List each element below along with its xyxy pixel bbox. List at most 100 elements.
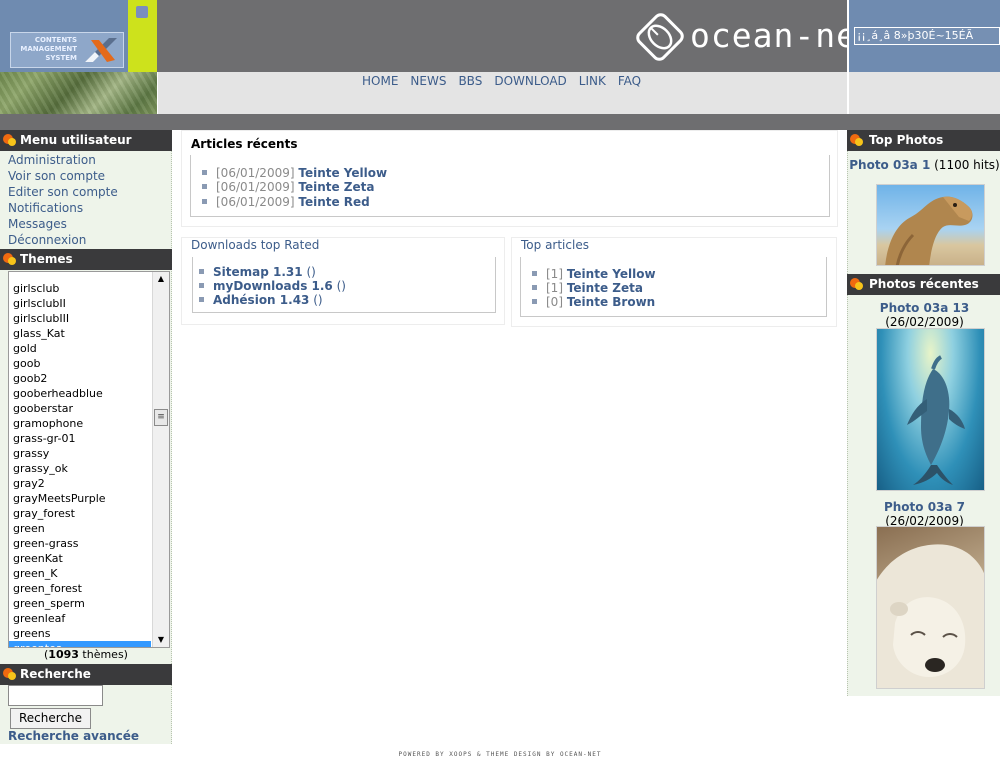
polar-bear-photo[interactable] (876, 526, 985, 689)
user-menu-title-text: Menu utilisateur (20, 133, 132, 147)
header-search-input[interactable]: ¡¡¸á¸â 8»þ30É~15ÉÃ (854, 27, 1000, 45)
mouse-logo-icon (636, 13, 684, 61)
theme-option[interactable]: gooberheadblue (9, 386, 151, 401)
nav-home[interactable]: HOME (362, 72, 398, 90)
cms-logo-text: CONTENTS MANAGEMENT SYSTEM (20, 36, 77, 62)
theme-option-clipped[interactable] (9, 272, 151, 281)
theme-option[interactable]: glass_Kat (9, 326, 151, 341)
photo-link[interactable]: Photo 03a 13 (880, 301, 969, 315)
photo-link[interactable]: Photo 03a 1 (849, 158, 930, 172)
bullet-ball-icon (3, 668, 16, 680)
theme-option[interactable]: girlsclubIII (9, 311, 151, 326)
page: CONTENTS MANAGEMENT SYSTEM ocean-net ¡¡¸… (0, 0, 1000, 763)
header-band (0, 114, 1000, 130)
theme-option[interactable]: grassy (9, 446, 151, 461)
search-button[interactable]: Recherche (10, 708, 91, 729)
themes-count-value: 1093 (48, 648, 79, 661)
menu-messages[interactable]: Messages (8, 216, 118, 232)
themes-listbox[interactable]: greenteagreensgreenleafgreen_spermgreen_… (8, 271, 170, 648)
theme-option[interactable]: grass-gr-01 (9, 431, 151, 446)
dolphin-photo[interactable] (876, 328, 985, 491)
list-item[interactable]: [06/01/2009] Teinte Zeta (202, 180, 374, 194)
theme-option[interactable]: girlsclubII (9, 296, 151, 311)
themes-scrollbar[interactable]: ▲ ≡ ▼ (152, 272, 169, 647)
theme-option[interactable]: girlsclub (9, 281, 151, 296)
photo-caption: Photo 03a 1 (1100 hits) (849, 158, 1000, 172)
theme-option[interactable]: gooberstar (9, 401, 151, 416)
theme-option[interactable]: greenKat (9, 551, 151, 566)
theme-option[interactable]: green-grass (9, 536, 151, 551)
theme-option[interactable]: greens (9, 626, 151, 641)
theme-option[interactable]: green_forest (9, 581, 151, 596)
user-menu-title: Menu utilisateur (0, 130, 172, 151)
footer: POWERED BY XOOPS & THEME DESIGN BY OCEAN… (398, 751, 602, 758)
main-nav: HOME NEWS BBS DOWNLOAD LINK FAQ (362, 72, 641, 90)
bullet-ball-icon (3, 134, 16, 146)
theme-option[interactable]: grassy_ok (9, 461, 151, 476)
theme-option[interactable]: goob2 (9, 371, 151, 386)
list-item[interactable]: [1] Teinte Zeta (532, 281, 643, 295)
themes-count: (1093 thèmes) (0, 648, 172, 662)
nav-link[interactable]: LINK (579, 72, 606, 90)
header-photo (0, 72, 157, 114)
theme-option[interactable]: greenleaf (9, 611, 151, 626)
theme-option[interactable]: grayMeetsPurple (9, 491, 151, 506)
user-menu: Administration Voir son compte Editer so… (8, 152, 118, 248)
nav-faq[interactable]: FAQ (618, 72, 641, 90)
themes-title: Themes (0, 249, 172, 270)
search-title: Recherche (0, 664, 172, 685)
menu-administration[interactable]: Administration (8, 152, 118, 168)
polar-bear-image (877, 544, 984, 688)
camel-photo[interactable] (876, 184, 985, 266)
theme-option[interactable]: gramophone (9, 416, 151, 431)
downloads-title: Downloads top Rated (191, 238, 320, 252)
camel-image (885, 196, 973, 265)
square-icon (136, 6, 148, 18)
theme-option[interactable]: goob (9, 356, 151, 371)
theme-option[interactable]: green (9, 521, 151, 536)
header-right-panel (847, 72, 1000, 114)
list-item[interactable]: Adhésion 1.43 () (199, 293, 323, 307)
x-logo-icon (85, 38, 117, 62)
top-photos-title-text: Top Photos (869, 133, 944, 147)
photo-caption: Photo 03a 13 (26/02/2009) (849, 301, 1000, 329)
themes-title-text: Themes (20, 252, 73, 266)
top-articles-title: Top articles (521, 238, 589, 252)
scroll-down-icon[interactable]: ▼ (153, 633, 169, 647)
recent-articles-title: Articles récents (191, 137, 298, 151)
bullet-ball-icon (3, 253, 16, 265)
nav-bbs[interactable]: BBS (458, 72, 482, 90)
scroll-thumb[interactable]: ≡ (154, 409, 168, 426)
theme-option[interactable]: gold (9, 341, 151, 356)
recent-photos-title-text: Photos récentes (869, 277, 979, 291)
list-item[interactable]: [06/01/2009] Teinte Red (202, 195, 370, 209)
scroll-up-icon[interactable]: ▲ (153, 272, 169, 286)
bullet-ball-icon (850, 278, 863, 290)
list-item[interactable]: [0] Teinte Brown (532, 295, 655, 309)
photo-link[interactable]: Photo 03a 7 (884, 500, 965, 514)
list-item[interactable]: [06/01/2009] Teinte Yellow (202, 166, 387, 180)
advanced-search-link[interactable]: Recherche avancée (8, 729, 139, 743)
themes-count-suffix: thèmes) (78, 648, 128, 661)
nav-news[interactable]: NEWS (410, 72, 446, 90)
theme-option[interactable]: greentea (9, 641, 151, 647)
menu-view-account[interactable]: Voir son compte (8, 168, 118, 184)
cms-logo[interactable]: CONTENTS MANAGEMENT SYSTEM (10, 32, 124, 68)
menu-edit-account[interactable]: Editer son compte (8, 184, 118, 200)
photo-meta: (26/02/2009) (885, 315, 964, 329)
menu-logout[interactable]: Déconnexion (8, 232, 118, 248)
bullet-ball-icon (850, 134, 863, 146)
theme-option[interactable]: gray2 (9, 476, 151, 491)
list-item[interactable]: Sitemap 1.31 () (199, 265, 316, 279)
search-title-text: Recherche (20, 667, 91, 681)
top-photos-title: Top Photos (847, 130, 1000, 151)
theme-option[interactable]: green_K (9, 566, 151, 581)
nav-download[interactable]: DOWNLOAD (494, 72, 566, 90)
list-item[interactable]: [1] Teinte Yellow (532, 267, 656, 281)
theme-option[interactable]: gray_forest (9, 506, 151, 521)
list-item[interactable]: myDownloads 1.6 () (199, 279, 346, 293)
theme-option[interactable]: green_sperm (9, 596, 151, 611)
menu-notifications[interactable]: Notifications (8, 200, 118, 216)
photo-caption: Photo 03a 7 (26/02/2009) (849, 500, 1000, 528)
search-input[interactable] (8, 685, 103, 706)
